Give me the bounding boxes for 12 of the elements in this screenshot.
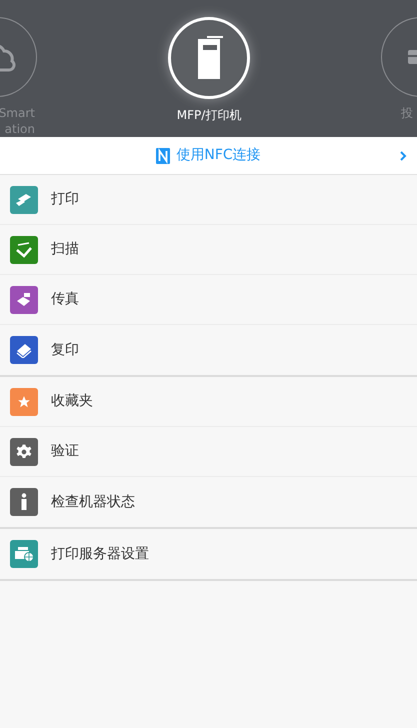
device-label: ation: [4, 121, 35, 137]
device-label: MFP/打印机: [176, 107, 242, 123]
gear-icon: [16, 444, 32, 460]
printer-globe-icon: [14, 546, 34, 562]
chevron-right-icon: [400, 150, 407, 160]
nfc-icon: [156, 148, 170, 164]
star-icon: [17, 394, 31, 408]
device-label: 投: [401, 105, 413, 121]
fax-icon: [15, 292, 33, 308]
copy-icon: [15, 342, 33, 358]
scanner-icon: [15, 242, 33, 258]
info-icon: [20, 493, 28, 511]
